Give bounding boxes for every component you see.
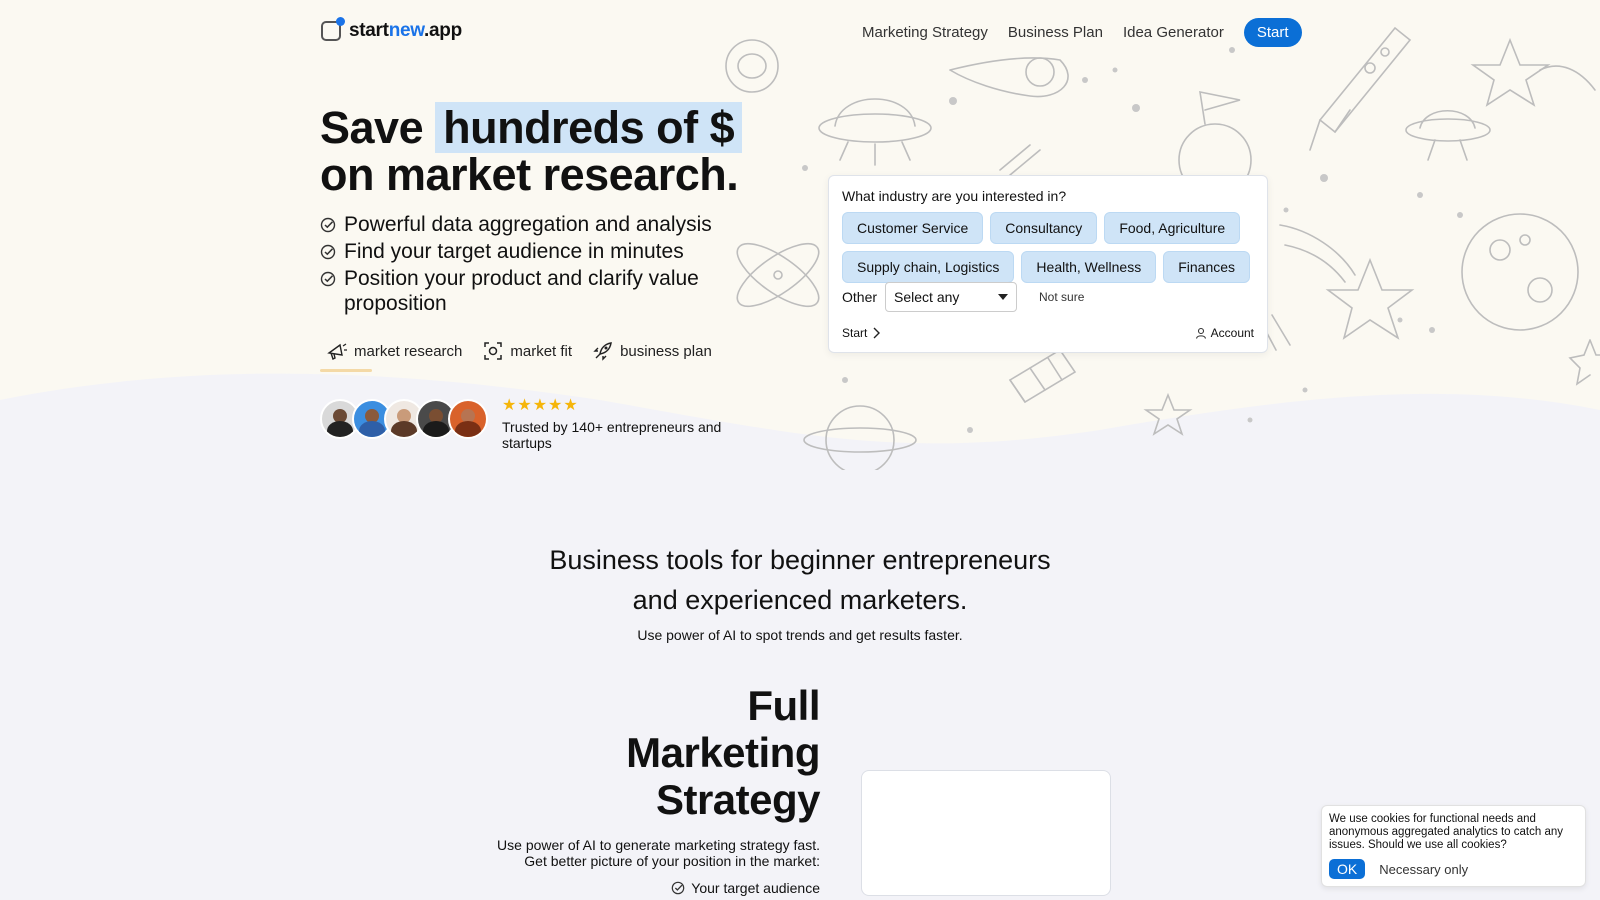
chip-health-wellness[interactable]: Health, Wellness	[1021, 251, 1157, 283]
tag-business-plan[interactable]: business plan	[592, 340, 712, 362]
check-circle-icon	[320, 217, 336, 233]
tag-market-research[interactable]: market research	[319, 340, 462, 372]
chip-supply-chain[interactable]: Supply chain, Logistics	[842, 251, 1015, 283]
check-circle-icon	[320, 271, 336, 287]
section-title: Business tools for beginner entrepreneur…	[549, 545, 1051, 615]
cookie-necessary-button[interactable]: Necessary only	[1379, 862, 1468, 877]
check-circle-icon	[671, 881, 685, 895]
nav-idea-generator[interactable]: Idea Generator	[1123, 24, 1224, 41]
nav-business-plan[interactable]: Business Plan	[1008, 24, 1103, 41]
card-start-link[interactable]: Start	[842, 326, 881, 340]
brand-logo[interactable]: startnew.app	[321, 17, 462, 42]
feature-tags: market research market fit business plan	[319, 340, 712, 372]
user-icon	[1195, 327, 1206, 339]
hero-wave	[0, 373, 1600, 500]
chip-consultancy[interactable]: Consultancy	[990, 212, 1098, 244]
cookie-ok-button[interactable]: OK	[1329, 859, 1366, 879]
benefit-item: Powerful data aggregation and analysis	[320, 212, 740, 237]
star-rating: ★★★★★	[502, 397, 579, 414]
logo-icon	[321, 17, 345, 41]
megaphone-icon	[327, 343, 347, 360]
chip-customer-service[interactable]: Customer Service	[842, 212, 984, 244]
cookie-actions: OK Necessary only	[1329, 859, 1578, 879]
industry-chips: Customer Service Consultancy Food, Agric…	[842, 212, 1262, 283]
brand-name: startnew.app	[349, 20, 462, 41]
benefit-item: Find your target audience in minutes	[320, 239, 740, 264]
focus-icon	[484, 342, 503, 360]
cookie-text: We use cookies for functional needs and …	[1329, 813, 1563, 851]
chip-finances[interactable]: Finances	[1163, 251, 1251, 283]
other-label: Other	[842, 289, 878, 305]
nav-start-button[interactable]: Start	[1243, 18, 1302, 47]
user-avatars	[320, 399, 488, 439]
benefit-item: Position your product and clarify value …	[320, 266, 740, 316]
trust-text: Trusted by 140+ entrepreneurs and startu…	[502, 419, 722, 451]
account-link[interactable]: Account	[1195, 326, 1254, 340]
other-row: Other Select any Not sure	[842, 282, 1084, 312]
feature-preview	[861, 770, 1111, 896]
industry-select[interactable]: Select any	[885, 282, 1018, 312]
tag-market-fit[interactable]: market fit	[482, 340, 572, 362]
rocket-icon	[593, 342, 612, 361]
cookie-banner: We use cookies for functional needs and …	[1321, 805, 1586, 887]
industry-card: What industry are you interested in? Cus…	[828, 175, 1268, 353]
not-sure-link[interactable]: Not sure	[1039, 290, 1084, 304]
feature-item: Your target audience	[620, 880, 820, 896]
feature-description: Use power of AI to generate marketing st…	[497, 837, 820, 869]
check-circle-icon	[320, 244, 336, 260]
feature-title: Full Marketing Strategy	[626, 682, 820, 823]
rating-block: ★★★★★ Trusted by 140+ entrepreneurs and …	[502, 395, 742, 451]
chevron-down-icon	[998, 294, 1009, 300]
section-subtitle: Use power of AI to spot trends and get r…	[637, 627, 963, 643]
chip-food-agriculture[interactable]: Food, Agriculture	[1104, 212, 1241, 244]
top-nav: Marketing Strategy Business Plan Idea Ge…	[862, 18, 1302, 47]
benefits-list: Powerful data aggregation and analysis F…	[320, 212, 740, 318]
nav-marketing-strategy[interactable]: Marketing Strategy	[862, 24, 988, 41]
hero-headline: Save hundreds of $ on market research.	[320, 102, 800, 198]
headline-highlight: hundreds of $	[435, 102, 743, 153]
chevron-right-icon	[873, 327, 881, 339]
industry-question: What industry are you interested in?	[842, 188, 1067, 204]
avatar	[448, 399, 488, 439]
